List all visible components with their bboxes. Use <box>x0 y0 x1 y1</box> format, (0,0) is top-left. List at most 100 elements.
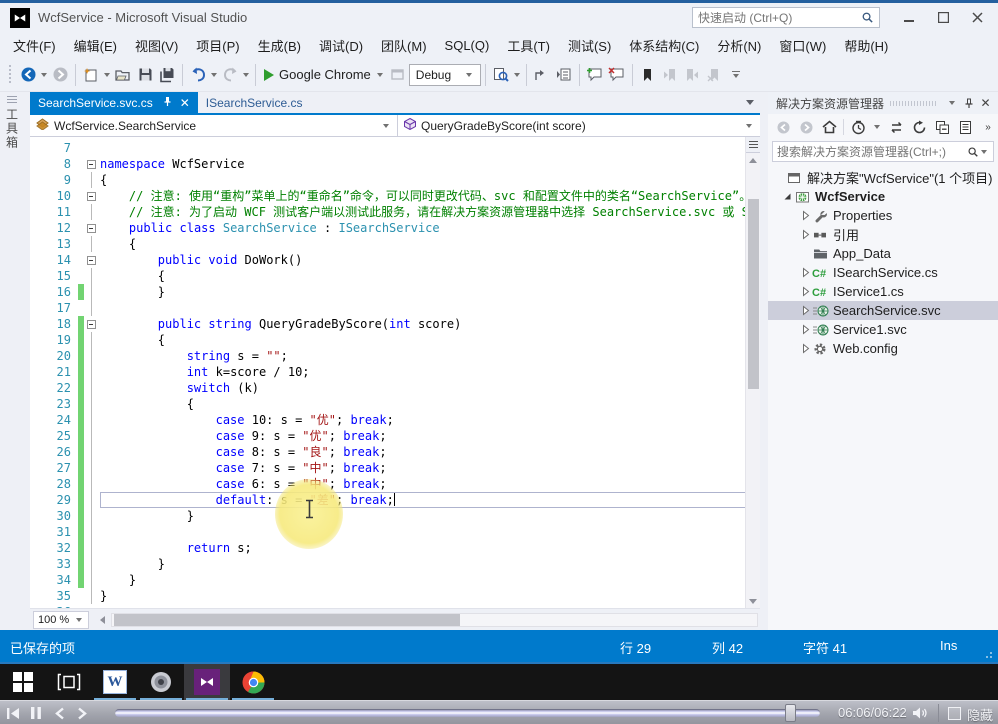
code-line[interactable]: 22 switch (k) <box>30 380 760 396</box>
code-line[interactable]: 33 } <box>30 556 760 572</box>
tab-list-dropdown[interactable] <box>746 100 754 105</box>
code-line[interactable]: 26 case 8: s = "良"; break; <box>30 444 760 460</box>
tool-window-grip[interactable] <box>890 101 937 106</box>
close-button[interactable] <box>960 6 994 30</box>
menu-item[interactable]: 团队(M) <box>372 32 436 59</box>
fold-toggle[interactable] <box>84 252 100 268</box>
switch-views-button[interactable] <box>887 118 905 136</box>
find-options-dropdown[interactable] <box>514 73 520 77</box>
expander-icon[interactable] <box>800 324 811 335</box>
scroll-down-arrow[interactable] <box>746 594 760 608</box>
solution-search-input[interactable]: 搜索解决方案资源管理器(Ctrl+;) <box>772 141 994 162</box>
code-line[interactable]: 11 // 注意: 为了启动 WCF 测试客户端以测试此服务，请在解决方案资源管… <box>30 204 760 220</box>
forward-button[interactable] <box>797 118 815 136</box>
code-line[interactable]: 25 case 9: s = "优"; break; <box>30 428 760 444</box>
close-tab-icon[interactable]: ✕ <box>180 96 190 110</box>
sync-with-active-document-button[interactable] <box>553 63 575 87</box>
maximize-button[interactable] <box>926 6 960 30</box>
code-line[interactable]: 32 return s; <box>30 540 760 556</box>
run-target-dropdown[interactable] <box>377 73 383 77</box>
filter-dropdown[interactable] <box>874 125 880 129</box>
next-bookmark-button[interactable] <box>681 63 703 87</box>
toolbar-grip[interactable] <box>8 65 13 85</box>
menu-item[interactable]: 文件(F) <box>4 32 65 59</box>
tree-item--[interactable]: 引用 <box>768 225 998 244</box>
solution-explorer-header[interactable]: 解决方案资源管理器 ✕ <box>768 92 998 114</box>
save-all-button[interactable] <box>156 63 178 87</box>
code-line[interactable]: 21 int k=score / 10; <box>30 364 760 380</box>
pane-splitter[interactable] <box>760 92 768 630</box>
menu-item[interactable]: 项目(P) <box>187 32 248 59</box>
expander-icon[interactable] <box>800 229 811 240</box>
search-options-dropdown[interactable] <box>981 150 987 154</box>
collapse-all-button[interactable] <box>933 118 951 136</box>
taskbar-recorder-button[interactable] <box>138 664 184 700</box>
editor-vertical-scrollbar[interactable] <box>745 137 760 608</box>
menu-item[interactable]: 视图(V) <box>126 32 187 59</box>
menu-item[interactable]: 帮助(H) <box>835 32 897 59</box>
menu-item[interactable]: SQL(Q) <box>436 34 499 57</box>
titlebar[interactable]: WcfService - Microsoft Visual Studio 快速启… <box>0 3 998 32</box>
code-line[interactable]: 24 case 10: s = "优"; break; <box>30 412 760 428</box>
code-line[interactable]: 19 { <box>30 332 760 348</box>
code-line[interactable]: 27 case 7: s = "中"; break; <box>30 460 760 476</box>
back-button[interactable] <box>774 118 792 136</box>
menu-item[interactable]: 体系结构(C) <box>620 32 708 59</box>
pause-button[interactable] <box>30 705 42 721</box>
add-comment-button[interactable] <box>584 63 606 87</box>
tree-item-service1-svc[interactable]: Service1.svc <box>768 320 998 339</box>
member-dropdown[interactable]: QueryGradeByScore(int score) <box>398 115 760 136</box>
new-item-button[interactable] <box>80 63 102 87</box>
code-line[interactable]: 30 } <box>30 508 760 524</box>
scroll-left-arrow[interactable] <box>95 616 109 624</box>
tree-item-isearchservice-cs[interactable]: C#ISearchService.cs <box>768 263 998 282</box>
properties-button[interactable] <box>956 118 974 136</box>
clear-bookmarks-button[interactable] <box>703 63 725 87</box>
editor-horizontal-scrollbar[interactable] <box>111 613 758 627</box>
new-item-dropdown[interactable] <box>104 73 110 77</box>
code-line[interactable]: 8namespace WcfService <box>30 156 760 172</box>
navigate-forward-button[interactable] <box>49 63 71 87</box>
pin-icon[interactable] <box>163 96 172 110</box>
horizontal-scroll-thumb[interactable] <box>114 614 460 626</box>
solution-configurations-combo[interactable]: Debug <box>409 64 481 86</box>
fold-toggle[interactable] <box>84 188 100 204</box>
save-button[interactable] <box>134 63 156 87</box>
tree-item-app-data[interactable]: App_Data <box>768 244 998 263</box>
next-frame-button[interactable] <box>77 705 88 721</box>
navigate-to-definition-button[interactable] <box>531 63 553 87</box>
home-button[interactable] <box>820 118 838 136</box>
tab-searchservice-svc-cs[interactable]: SearchService.svc.cs ✕ <box>30 92 198 113</box>
expander-icon[interactable] <box>800 305 811 316</box>
volume-button[interactable] <box>912 705 929 721</box>
tree-item-wcfservice[interactable]: WcfService <box>768 187 998 206</box>
quick-launch-input[interactable]: 快速启动 (Ctrl+Q) <box>692 7 880 28</box>
code-line[interactable]: 12 public class SearchService : ISearchS… <box>30 220 760 236</box>
expander-icon[interactable] <box>800 267 811 278</box>
code-line[interactable]: 28 case 6: s = "中"; break; <box>30 476 760 492</box>
remove-comment-button[interactable] <box>606 63 628 87</box>
expander-icon[interactable] <box>800 286 811 297</box>
code-line[interactable]: 34 } <box>30 572 760 588</box>
redo-dropdown[interactable] <box>243 73 249 77</box>
open-file-button[interactable] <box>112 63 134 87</box>
split-editor-handle[interactable] <box>746 137 760 153</box>
menu-item[interactable]: 分析(N) <box>708 32 770 59</box>
taskbar-chrome-button[interactable] <box>230 664 276 700</box>
tree-item-web-config[interactable]: Web.config <box>768 339 998 358</box>
hide-checkbox[interactable] <box>948 707 961 720</box>
menu-item[interactable]: 窗口(W) <box>770 32 835 59</box>
code-editor[interactable]: 78namespace WcfService9{10 // 注意: 使用“重构”… <box>30 137 760 608</box>
menu-item[interactable]: 编辑(E) <box>65 32 126 59</box>
scroll-up-arrow[interactable] <box>746 153 760 167</box>
code-line[interactable]: 9{ <box>30 172 760 188</box>
resize-grip-icon[interactable] <box>985 649 995 659</box>
code-line[interactable]: 15 { <box>30 268 760 284</box>
expander-icon[interactable] <box>800 343 811 354</box>
redo-button[interactable] <box>219 63 241 87</box>
playback-thumb[interactable] <box>785 704 796 722</box>
attach-process-button[interactable] <box>387 63 409 87</box>
tab-isearchservice-cs[interactable]: ISearchService.cs <box>198 92 311 113</box>
code-line[interactable]: 35} <box>30 588 760 604</box>
vertical-scroll-thumb[interactable] <box>748 199 759 389</box>
